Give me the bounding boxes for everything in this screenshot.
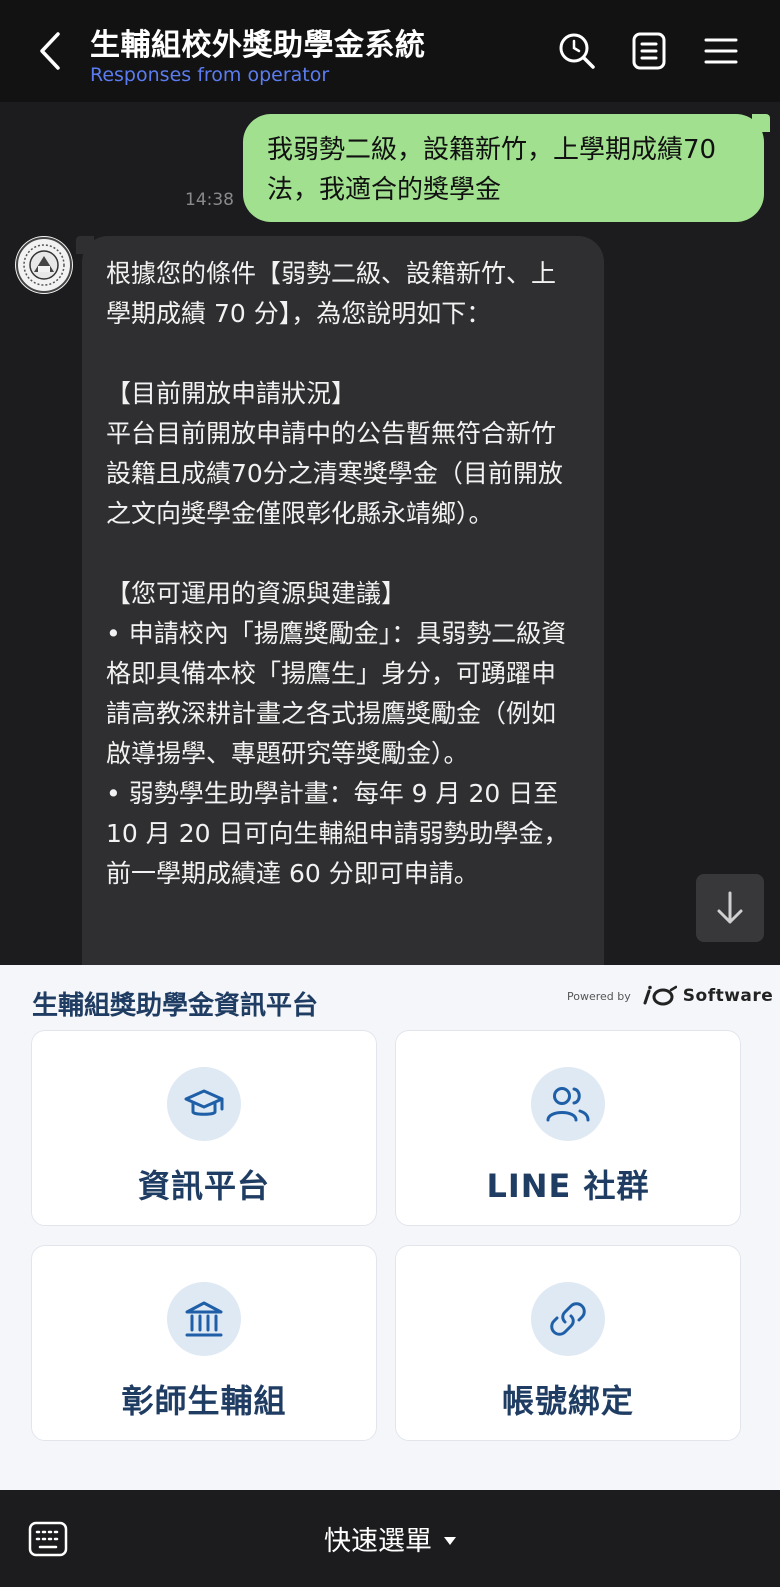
- bot-avatar[interactable]: [15, 236, 73, 294]
- card-icon-circle: [531, 1067, 605, 1141]
- card-label: 資訊平台: [137, 1167, 270, 1205]
- notes-button[interactable]: [628, 30, 670, 72]
- keyboard-icon: [28, 1521, 68, 1557]
- caret-down-icon: [444, 1536, 456, 1545]
- notes-icon: [632, 32, 666, 70]
- bottom-bar: 快速選單: [0, 1490, 780, 1587]
- menu-card-account-binding[interactable]: 帳號綁定: [395, 1245, 741, 1441]
- card-label: 彰師生輔組: [121, 1382, 287, 1420]
- chat-subtitle: Responses from operator: [90, 64, 330, 86]
- brand-logo: Software: [641, 985, 774, 1007]
- back-button[interactable]: [30, 26, 70, 76]
- arrow-down-icon: [717, 891, 743, 924]
- school-seal-icon: [16, 237, 72, 293]
- chat-title: 生輔組校外獎助學金系統: [90, 28, 426, 63]
- brand-name: Software: [682, 986, 774, 1006]
- chat-header: 生輔組校外獎助學金系統 Responses from operator: [0, 0, 780, 102]
- line-chat-screen: 生輔組校外獎助學金系統 Responses from operator 我弱勢二…: [0, 0, 780, 1587]
- graduation-cap-icon: [184, 1089, 224, 1116]
- keyboard-button[interactable]: [28, 1520, 68, 1558]
- card-label: 帳號綁定: [501, 1382, 634, 1420]
- link-icon: [550, 1302, 586, 1336]
- users-icon: [546, 1087, 590, 1122]
- powered-by-label: Powered by: [567, 989, 631, 1003]
- user-message-bubble[interactable]: 我弱勢二級，設籍新竹，上學期成績70法，我適合的獎學金: [243, 114, 770, 222]
- bot-message-bubble[interactable]: 根據您的條件【弱勢二級、設籍新竹、上學期成績 70 分】，為您說明如下： 【目前…: [76, 236, 604, 965]
- hamburger-menu-icon: [704, 38, 738, 64]
- card-icon-circle: [531, 1282, 605, 1356]
- search-icon: [559, 33, 595, 69]
- card-icon-circle: [167, 1067, 241, 1141]
- rich-menu-title: 生輔組獎助學金資訊平台: [32, 991, 319, 1021]
- menu-card-ncue-student-affairs[interactable]: 彰師生輔組: [31, 1245, 377, 1441]
- scroll-to-bottom-button[interactable]: [696, 874, 764, 942]
- chat-messages-area[interactable]: 我弱勢二級，設籍新竹，上學期成績70法，我適合的獎學金 14:38 根據您的條件…: [0, 102, 780, 965]
- brand-logo-icon: [643, 985, 677, 1006]
- powered-by-badge: Powered by Software: [567, 985, 773, 1007]
- message-timestamp: 14:38: [185, 190, 234, 210]
- quick-menu-toggle[interactable]: 快速選單: [0, 1490, 780, 1587]
- quick-menu-label: 快速選單: [324, 1526, 432, 1557]
- card-icon-circle: [167, 1282, 241, 1356]
- rich-menu-panel: 生輔組獎助學金資訊平台 Powered by Software 資訊平台 LIN…: [0, 965, 780, 1490]
- search-button[interactable]: [556, 30, 598, 72]
- bank-building-icon: [185, 1301, 223, 1337]
- menu-button[interactable]: [700, 30, 742, 72]
- card-label: LINE 社群: [486, 1167, 650, 1205]
- menu-card-info-platform[interactable]: 資訊平台: [31, 1030, 377, 1226]
- menu-card-line-community[interactable]: LINE 社群: [395, 1030, 741, 1226]
- chevron-left-icon: [40, 32, 60, 70]
